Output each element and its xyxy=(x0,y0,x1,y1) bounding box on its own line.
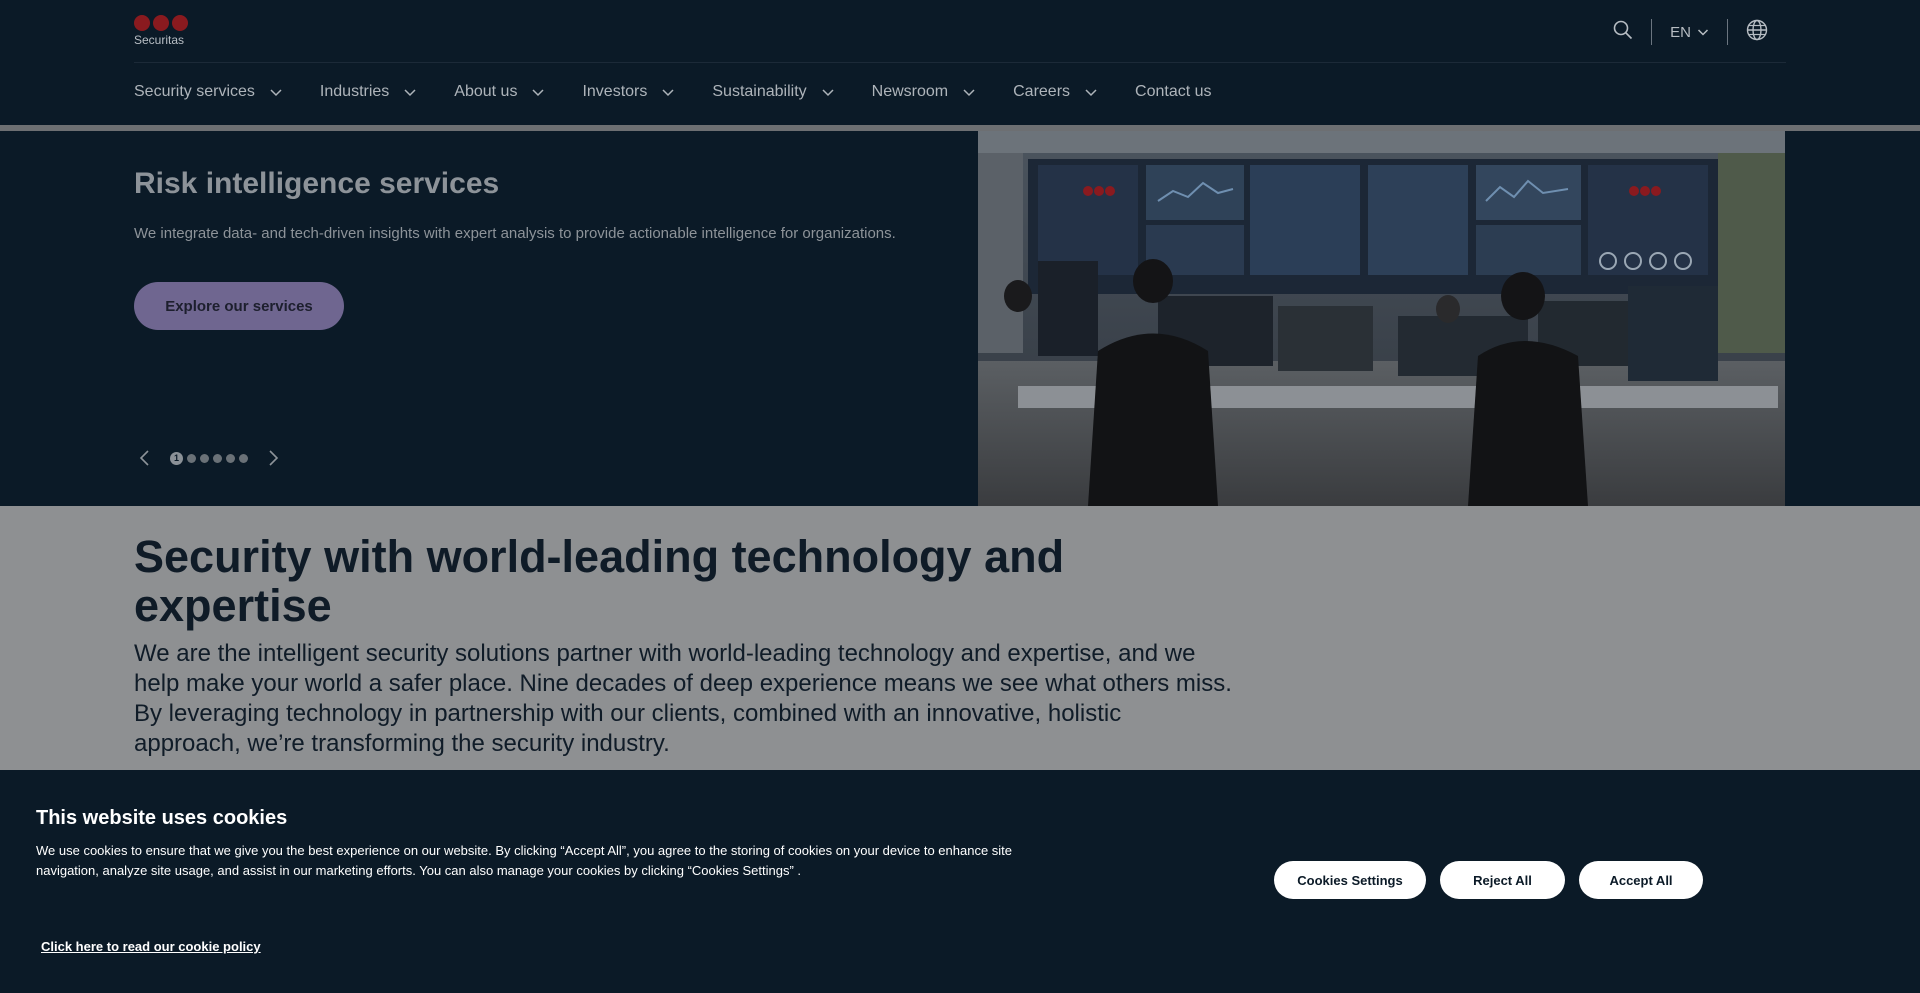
main-nav: Security services Industries About us In… xyxy=(134,70,1249,114)
cookie-title: This website uses cookies xyxy=(36,807,288,829)
nav-item-security-services[interactable]: Security services xyxy=(134,83,283,101)
divider xyxy=(1651,19,1653,45)
chevron-down-icon xyxy=(1085,89,1097,97)
chevron-down-icon xyxy=(822,89,834,97)
chevron-down-icon xyxy=(404,89,416,97)
site-header: Securitas EN Security services Industrie… xyxy=(0,0,1920,125)
chevron-down-icon xyxy=(1697,29,1709,36)
language-label: EN xyxy=(1670,23,1691,41)
chevron-right-icon xyxy=(269,450,279,466)
security-operations-center-photo xyxy=(978,131,1785,506)
chevron-down-icon xyxy=(532,89,544,97)
language-selector[interactable]: EN xyxy=(1670,24,1709,41)
carousel-next-button[interactable] xyxy=(262,447,284,469)
carousel-dot-2[interactable] xyxy=(187,453,196,463)
carousel-pagination: 1 xyxy=(170,451,248,465)
hero-title: Risk intelligence services xyxy=(134,167,500,200)
cookies-settings-button[interactable]: Cookies Settings xyxy=(1274,861,1426,899)
carousel-prev-button[interactable] xyxy=(134,447,156,469)
nav-item-newsroom[interactable]: Newsroom xyxy=(872,83,976,101)
nav-item-careers[interactable]: Careers xyxy=(1013,83,1098,101)
search-icon[interactable] xyxy=(1613,20,1633,45)
chevron-down-icon xyxy=(270,89,282,97)
nav-item-contact-us[interactable]: Contact us xyxy=(1135,83,1211,101)
nav-item-about-us[interactable]: About us xyxy=(454,83,545,101)
divider xyxy=(1727,19,1728,45)
carousel-dot-4[interactable] xyxy=(213,453,222,463)
chevron-left-icon xyxy=(139,450,149,466)
reject-all-button[interactable]: Reject All xyxy=(1440,861,1565,899)
intro-heading: Security with world-leading technology a… xyxy=(134,531,1065,631)
globe-icon[interactable] xyxy=(1746,19,1768,46)
explore-services-button[interactable]: Explore our services xyxy=(134,282,344,330)
nav-item-investors[interactable]: Investors xyxy=(582,83,675,101)
cookie-banner: This website uses cookies We use cookies… xyxy=(0,770,1920,993)
logo-wordmark: Securitas xyxy=(134,33,185,47)
carousel-dot-3[interactable] xyxy=(200,453,209,463)
chevron-down-icon xyxy=(963,89,975,97)
carousel-dot-1[interactable]: 1 xyxy=(170,451,183,465)
chevron-down-icon xyxy=(662,89,674,97)
carousel-controls: 1 xyxy=(134,447,284,469)
cookie-policy-link[interactable]: Click here to read our cookie policy xyxy=(41,939,261,954)
intro-paragraph: We are the intelligent security solution… xyxy=(134,640,1232,757)
nav-item-sustainability[interactable]: Sustainability xyxy=(712,83,834,101)
accept-all-button[interactable]: Accept All xyxy=(1579,861,1703,899)
utility-bar: EN xyxy=(1613,14,1768,50)
securitas-logo[interactable]: Securitas xyxy=(134,15,194,49)
carousel-dot-5[interactable] xyxy=(226,453,235,463)
hero-subtitle: We integrate data- and tech-driven insig… xyxy=(134,225,896,242)
hero-carousel: Risk intelligence services We integrate … xyxy=(0,131,1920,506)
carousel-dot-6[interactable] xyxy=(239,453,248,463)
header-divider xyxy=(134,62,1786,63)
nav-item-industries[interactable]: Industries xyxy=(320,83,417,101)
intro-section: Security with world-leading technology a… xyxy=(0,506,1920,770)
cookie-text: We use cookies to ensure that we give yo… xyxy=(36,843,1013,878)
logo-dots xyxy=(134,15,194,31)
